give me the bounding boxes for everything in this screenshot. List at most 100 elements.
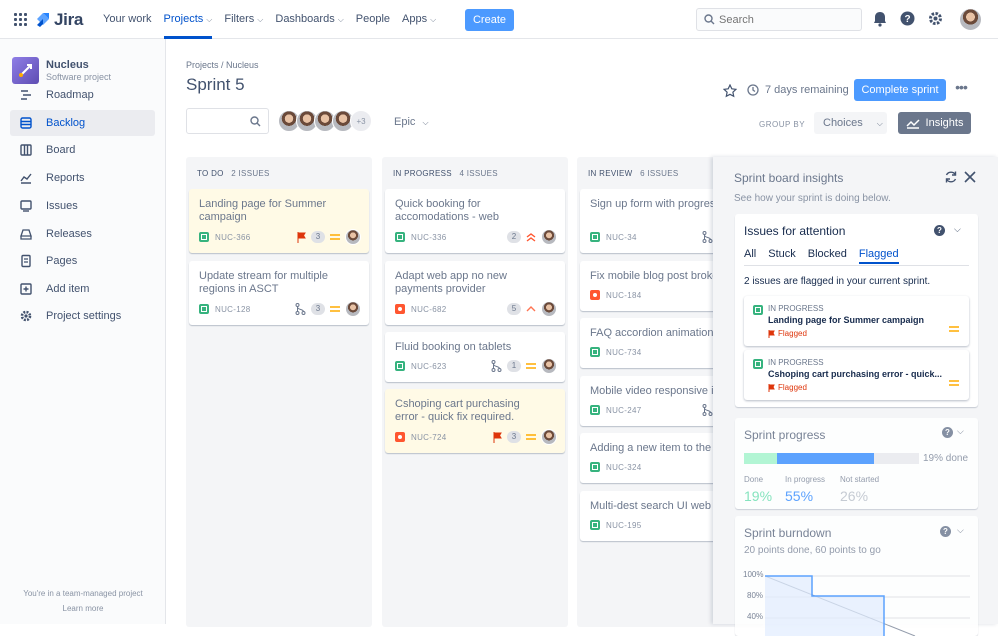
progress-bar — [744, 453, 919, 464]
help-icon[interactable]: ? — [934, 225, 945, 236]
global-search[interactable] — [696, 8, 862, 31]
complete-sprint-button[interactable]: Complete sprint — [854, 79, 946, 101]
issue-footer: NUC-128 3 — [199, 301, 361, 317]
issues-icon — [18, 198, 34, 214]
priority-medium-icon — [526, 363, 536, 369]
chevron-down-icon[interactable]: ⌵ — [957, 525, 964, 536]
assignee-avatar[interactable] — [345, 229, 361, 245]
issue-card[interactable]: Fluid booking on tablets NUC-623 1 — [385, 332, 565, 382]
issue-key[interactable]: NUC-247 — [606, 406, 641, 415]
star-icon[interactable] — [723, 84, 737, 98]
group-by-select[interactable]: Choices ⌵ — [814, 112, 887, 134]
issue-card[interactable]: Adapt web app no new payments provider NU… — [385, 261, 565, 325]
insights-title: Sprint board insights — [734, 171, 844, 185]
issue-card[interactable]: Landing page for Summer campaign NUC-366 3 — [189, 189, 369, 253]
chevron-down-icon[interactable]: ⌵ — [957, 426, 964, 437]
assignee-avatar[interactable] — [541, 301, 557, 317]
burndown-subtitle: 20 points done, 60 points to go — [744, 545, 881, 556]
assignee-avatar[interactable] — [541, 229, 557, 245]
issue-key[interactable]: NUC-623 — [411, 362, 446, 371]
issue-key[interactable]: NUC-734 — [606, 348, 641, 357]
issue-key[interactable]: NUC-336 — [411, 233, 446, 242]
flagged-issue-card[interactable]: IN PROGRESS Landing page for Summer camp… — [744, 296, 969, 346]
assignee-avatar[interactable] — [541, 358, 557, 374]
sidebar-item-project-settings[interactable]: Project settings — [10, 303, 155, 329]
flag-icon — [297, 231, 306, 243]
issue-card[interactable]: Cshoping cart purchasing error - quick f… — [385, 389, 565, 453]
issue-key[interactable]: NUC-324 — [606, 463, 641, 472]
notifications-icon[interactable] — [873, 11, 887, 27]
issue-key[interactable]: NUC-366 — [215, 233, 250, 242]
help-icon[interactable]: ? — [940, 526, 951, 537]
priority-medium-icon — [330, 234, 340, 240]
sidebar-item-releases[interactable]: Releases — [10, 221, 155, 247]
help-icon[interactable]: ? — [900, 11, 915, 26]
issue-key[interactable]: NUC-34 — [606, 233, 637, 242]
sidebar-item-reports[interactable]: Reports — [10, 165, 155, 191]
nav-label: People — [355, 13, 391, 25]
tab-all[interactable]: All — [744, 248, 756, 264]
close-icon[interactable] — [964, 171, 976, 183]
group-by-value: Choices — [823, 117, 863, 129]
issue-title: Mobile video responsive iframe — [590, 385, 730, 397]
priority-high-icon — [526, 306, 536, 312]
tab-blocked[interactable]: Blocked — [808, 248, 847, 264]
nav-dashboards[interactable]: Dashboards ⌵ — [269, 0, 349, 39]
issue-key[interactable]: NUC-184 — [606, 291, 641, 300]
nav-label: Dashboards — [275, 13, 335, 25]
issue-key[interactable]: NUC-195 — [606, 521, 641, 530]
board-search-input[interactable] — [186, 108, 269, 134]
more-actions-icon[interactable]: ••• — [950, 79, 972, 101]
project-name[interactable]: Nucleus — [46, 59, 89, 71]
story-icon — [590, 405, 600, 415]
issue-name: Cshoping cart purchasing error - quick..… — [768, 369, 943, 379]
profile-avatar[interactable] — [959, 8, 982, 31]
jira-logo[interactable]: Jira — [36, 10, 83, 30]
chevron-down-icon[interactable]: ⌵ — [954, 224, 961, 235]
y-tick-label: 40% — [747, 612, 764, 621]
branch-icon — [491, 360, 502, 372]
nav-people[interactable]: People — [350, 0, 396, 39]
epic-filter[interactable]: Epic ⌵ — [394, 116, 429, 128]
sidebar-item-roadmap[interactable]: Roadmap — [10, 82, 155, 108]
tab-flagged[interactable]: Flagged — [858, 248, 899, 264]
tab-stuck[interactable]: Stuck — [768, 248, 796, 264]
issue-key[interactable]: NUC-682 — [411, 305, 446, 314]
settings-gear-icon[interactable] — [928, 11, 943, 26]
board-column-in-progress: IN PROGRESS 4 ISSUES Quick booking for ac… — [382, 157, 568, 627]
issue-card[interactable]: Update stream for multiple regions in AS… — [189, 261, 369, 325]
sidebar-item-board[interactable]: Board — [10, 137, 155, 163]
search-icon — [250, 116, 261, 127]
issue-key[interactable]: NUC-128 — [215, 305, 250, 314]
story-points: 3 — [311, 231, 325, 243]
issue-footer: NUC-366 3 — [199, 229, 361, 245]
sidebar-item-add-item[interactable]: Add item — [10, 276, 155, 302]
nav-filters[interactable]: Filters ⌵ — [218, 0, 269, 39]
flag-label: Flagged — [778, 329, 807, 338]
search-input[interactable] — [719, 12, 855, 28]
more-avatars-badge[interactable]: +3 — [350, 110, 372, 132]
issue-title: Fix mobile blog post broken — [590, 270, 725, 282]
create-button[interactable]: Create — [465, 9, 514, 31]
branch-icon — [295, 303, 306, 315]
flagged-issue-card[interactable]: IN PROGRESS Cshoping cart purchasing err… — [744, 350, 969, 400]
story-points: 5 — [507, 303, 521, 315]
sidebar-item-issues[interactable]: Issues — [10, 193, 155, 219]
nav-projects[interactable]: Projects ⌵ — [158, 0, 219, 39]
nav-apps[interactable]: Apps ⌵ — [396, 0, 442, 39]
issue-name: Landing page for Summer campaign — [768, 315, 925, 325]
breadcrumb[interactable]: Projects / Nucleus — [186, 60, 259, 70]
assignee-avatar[interactable] — [541, 429, 557, 445]
issue-card[interactable]: Quick booking for accomodations - web NUC… — [385, 189, 565, 253]
issue-key[interactable]: NUC-724 — [411, 433, 446, 442]
assignee-avatar[interactable] — [345, 301, 361, 317]
help-icon[interactable]: ? — [942, 427, 953, 438]
app-switcher-icon[interactable] — [14, 13, 27, 26]
learn-more-link[interactable]: Learn more — [0, 604, 166, 613]
insights-button[interactable]: Insights — [898, 112, 971, 134]
nav-your-work[interactable]: Your work — [97, 0, 158, 39]
sidebar-item-backlog[interactable]: Backlog — [10, 110, 155, 136]
refresh-icon[interactable] — [944, 170, 958, 184]
stat-done: Done 19% — [744, 475, 772, 504]
sidebar-item-pages[interactable]: Pages — [10, 248, 155, 274]
